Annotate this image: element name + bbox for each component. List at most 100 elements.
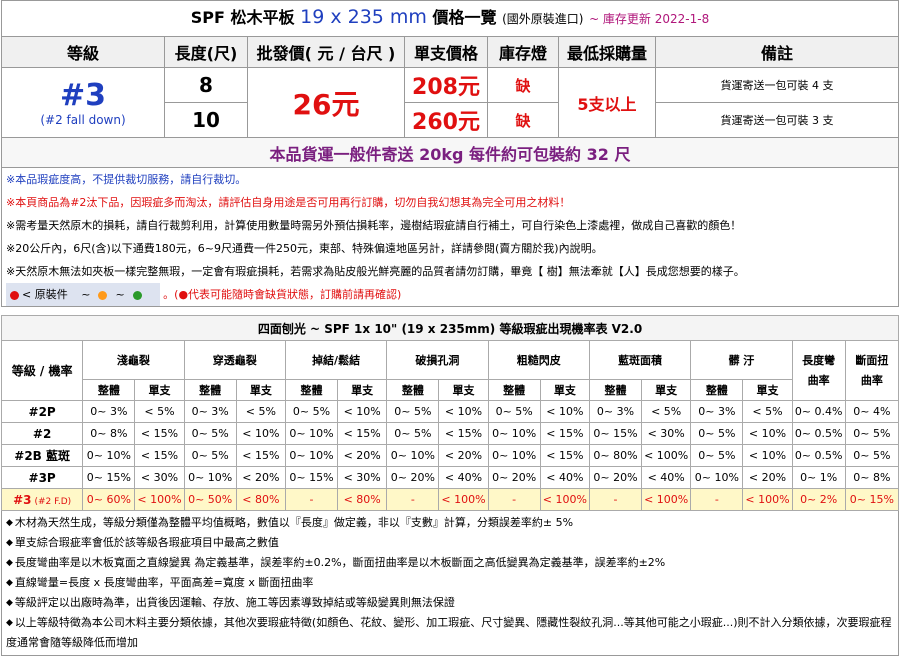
table-cell: 0~ 20%: [588, 466, 643, 489]
table-cell: < 15%: [134, 422, 185, 445]
table-cell: < 30%: [641, 422, 692, 445]
table-cell: 0~ 0.4%: [791, 400, 846, 423]
table-cell: < 30%: [134, 466, 185, 489]
subheader-overall: 整體: [284, 379, 339, 401]
note-line: ※天然原木無法如夾板一樣完整無瑕，一定會有瑕疵損耗，若需求為貼皮般光鮮亮麗的品質…: [6, 265, 745, 278]
footnote: ◆ 單支綜合瑕疵率會低於該等級各瑕疵項目中最高之數值: [6, 533, 894, 553]
col-bow-label: 長度彎曲率: [802, 353, 836, 387]
table-cell: < 40%: [641, 466, 692, 489]
footnote-text: 長度彎曲率是以木板寬面之直線變異 為定義基準，誤差率約±0.2%，斷面扭曲率是以…: [14, 556, 666, 569]
defect-table: 四面刨光 ~ SPF 1x 10" (19 x 235mm) 等級瑕疵出現機率表…: [0, 315, 900, 511]
footnotes-block: ◆ 木材為天然生成，等級分類僅為整體平均值概略，數值以『長度』做定義，非以『支數』…: [1, 511, 899, 656]
table-cell: < 20%: [235, 466, 286, 489]
remark-text: 貨運寄送一包可裝 4 支: [655, 67, 899, 103]
col-rough-surface: 粗糙閃皮: [487, 340, 590, 380]
table-cell: < 15%: [539, 444, 590, 467]
header-unit-price: 單支價格: [404, 36, 488, 68]
grade-label: #3 (#2 F.D): [0, 488, 84, 511]
title-price-list: 價格一覽: [432, 8, 497, 27]
table-cell: -: [284, 488, 339, 511]
note-line: ※本品瑕疵度高，不提供裁切服務，請自行裁切。: [6, 173, 247, 186]
legend-separator: ~: [81, 288, 91, 301]
note-line: ※需考量天然原木的損耗，請自行裁剪利用，計算使用數量時需另外預估損耗率，邊樹結瑕…: [6, 219, 742, 232]
table-cell: 0~ 10%: [183, 466, 237, 489]
legend-warning: 。(●代表可能隨時會缺貨狀態，訂購前請再確認): [163, 288, 402, 301]
table-cell: < 5%: [742, 400, 793, 423]
price-table: SPF 松木平板 19 x 235 mm 價格一覽 (國外原裝進口) ~ 庫存更…: [1, 0, 899, 168]
subheader-single: 單支: [438, 379, 489, 401]
subheader-single: 單支: [641, 379, 692, 401]
table-cell: 0~ 5%: [690, 444, 744, 467]
table-cell: 0~ 5%: [690, 422, 744, 445]
note-line: ※20公斤內，6尺(含)以下通費180元，6~9尺通費一件250元，東部、特殊偏…: [6, 242, 603, 255]
table-cell: 0~ 60%: [82, 488, 136, 511]
header-wholesale: 批發價( 元 / 台尺 ): [247, 36, 405, 68]
table-cell: < 5%: [641, 400, 692, 423]
red-dot-icon: [10, 290, 19, 300]
page: SPF 松木平板 19 x 235 mm 價格一覽 (國外原裝進口) ~ 庫存更…: [0, 0, 900, 656]
footnote-text: 以上等級特徵為本公司木料主要分類依據，其他次要瑕疵特徵(如顏色、花紋、變形、加工…: [6, 616, 892, 649]
green-dot-icon: [132, 290, 142, 300]
table-cell: 0~ 15%: [844, 488, 900, 511]
footnote: ◆ 長度彎曲率是以木板寬面之直線變異 為定義基準，誤差率約±0.2%，斷面扭曲率是…: [6, 553, 894, 573]
grade-label-text: #2P: [28, 404, 56, 419]
title-main: SPF 松木平板: [190, 8, 295, 27]
footnote-text: 木材為天然生成，等級分類僅為整體平均值概略，數值以『長度』做定義，非以『支數』計…: [14, 516, 574, 529]
table-cell: 0~ 5%: [487, 400, 541, 423]
length-value: 8: [164, 67, 248, 103]
subheader-single: 單支: [337, 379, 388, 401]
col-dirt: 髒 汙: [690, 340, 793, 380]
table-cell: 0~ 5%: [386, 400, 440, 423]
table-cell: < 80%: [337, 488, 388, 511]
table-cell: 0~ 5%: [284, 400, 339, 423]
defect-header-row: 等級 / 機率 淺龜裂 穿透龜裂 掉結/鬆結 破損孔洞 粗糙閃皮 藍斑面積 髒 …: [0, 340, 900, 401]
legend-separator: ~: [115, 288, 125, 301]
header-grade: 等級: [1, 36, 165, 68]
col-holes: 破損孔洞: [386, 340, 489, 380]
table-cell: 0~ 3%: [588, 400, 643, 423]
bullet-icon: ◆: [6, 598, 13, 608]
table-cell: < 100%: [641, 488, 692, 511]
page-title: SPF 松木平板 19 x 235 mm 價格一覽 (國外原裝進口) ~ 庫存更…: [1, 0, 899, 37]
table-cell: 0~ 10%: [284, 444, 339, 467]
table-cell: 0~ 10%: [284, 422, 339, 445]
col-bow: 長度彎曲率: [791, 340, 846, 401]
table-cell: 0~ 0.5%: [791, 444, 846, 467]
bullet-icon: ◆: [6, 618, 13, 628]
col-twist-label: 斷面扭曲率: [855, 353, 889, 387]
table-cell: 0~ 15%: [82, 466, 136, 489]
table-cell: < 20%: [742, 466, 793, 489]
footnote: ◆ 直線彎量=長度 x 長度彎曲率，平面高差=寬度 x 斷面扭曲率: [6, 573, 894, 593]
table-cell: < 20%: [438, 444, 489, 467]
table-cell: < 100%: [539, 488, 590, 511]
table-cell: < 40%: [438, 466, 489, 489]
col-through-crack: 穿透龜裂: [183, 340, 286, 380]
stock-status: 缺: [487, 67, 559, 103]
footnote-text: 直線彎量=長度 x 長度彎曲率，平面高差=寬度 x 斷面扭曲率: [14, 576, 314, 589]
table-cell: < 15%: [438, 422, 489, 445]
table-cell: < 10%: [235, 422, 286, 445]
table-cell: 0~ 15%: [284, 466, 339, 489]
table-cell: < 5%: [235, 400, 286, 423]
col-shallow-crack: 淺龜裂: [82, 340, 185, 380]
header-min-order: 最低採購量: [558, 36, 656, 68]
table-cell: < 100%: [134, 488, 185, 511]
wholesale-price: 26元: [247, 67, 405, 138]
grade-value: #3: [59, 78, 106, 113]
table-row: #3 (#2 F.D) 0~ 60% < 100% 0~ 50% < 80% - < 80% -…: [0, 488, 900, 511]
table-cell: 0~ 10%: [690, 466, 744, 489]
table-cell: 0~ 5%: [386, 422, 440, 445]
grade-label-text: #2B 藍斑: [14, 449, 70, 463]
grade-label-text: #3: [13, 492, 32, 507]
table-cell: 0~ 8%: [82, 422, 136, 445]
table-cell: 0~ 3%: [183, 400, 237, 423]
table-cell: 0~ 3%: [82, 400, 136, 423]
table-cell: < 40%: [539, 466, 590, 489]
subheader-overall: 整體: [690, 379, 744, 401]
remark-text: 貨運寄送一包可裝 3 支: [655, 102, 899, 138]
title-dimensions: 19 x 235 mm: [300, 6, 427, 28]
table-cell: 0~ 5%: [183, 444, 237, 467]
footnote-text: 等級評定以出廠時為準，出貨後因運輸、存放、施工等因素導致掉結或等級變異則無法保證: [14, 596, 455, 609]
grade-label: #2P: [0, 400, 84, 423]
subheader-overall: 整體: [183, 379, 237, 401]
